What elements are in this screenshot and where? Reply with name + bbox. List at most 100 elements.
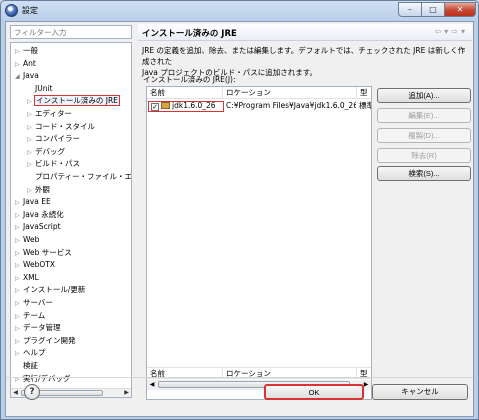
forward-dropdown-icon[interactable]: ▾ [461,27,468,36]
expand-arrow-icon[interactable]: ▷ [27,96,35,107]
expand-arrow-icon[interactable]: ▷ [27,122,35,133]
expand-arrow-icon[interactable]: ▷ [15,348,23,359]
scroll-left-icon[interactable]: ◀ [147,380,157,390]
tree-item-label: JUnit [35,83,53,93]
expand-arrow-icon[interactable]: ▷ [15,235,23,246]
back-icon[interactable]: ⇦ [435,27,445,36]
jre-list-label: インストール済みの JRE(J): [143,75,236,84]
tree-item-label: Web サービス [23,247,72,257]
tree-item-label: WebOTX [23,260,55,270]
expand-arrow-icon[interactable]: ▷ [15,248,23,259]
window-title: 設定 [22,6,38,15]
tree-item[interactable]: ▷ コード・スタイル [27,121,95,132]
tree-item[interactable]: ▷ Web [15,234,39,245]
jre-type: 標準 [359,101,371,110]
tree-item[interactable]: 検証 [15,360,38,371]
jre-table[interactable]: 名前 ロケーション 型 ✓ jdk1.6.0_26 C:¥Program File… [146,86,372,400]
expand-arrow-icon[interactable]: ▷ [15,285,23,296]
forward-icon[interactable]: ⇨ [451,27,461,36]
tree-item[interactable]: ▷ ヘルプ [15,347,46,358]
tree-item[interactable]: ▷ チーム [15,310,45,321]
tree-item[interactable]: ▷ 一般 [15,45,38,56]
maximize-button[interactable]: □ [421,2,445,17]
edit-button[interactable]: 編集(E)... [377,108,471,123]
tree-item-label: データ管理 [23,323,61,333]
expand-arrow-icon[interactable]: ▷ [15,59,23,70]
tree-item-label: Java EE [23,197,51,207]
expand-arrow-icon[interactable]: ▷ [15,273,23,284]
scroll-left-icon[interactable]: ◀ [11,389,20,397]
expand-arrow-icon[interactable]: ▷ [15,311,23,322]
table-row[interactable]: ✓ jdk1.6.0_26 C:¥Program Files¥Java¥jdk1.… [147,100,371,112]
footer-divider [6,377,473,378]
tree-item-label: Java [23,71,39,81]
tree-item[interactable]: JUnit [27,83,52,94]
preferences-tree[interactable]: ▷ 一般 ▷ Ant ◢ Java JUnit ▷ インストール済みの JRE ▷ エディター ▷ コー… [10,42,132,398]
column-header-name[interactable]: 名前 [147,87,223,99]
remove-button[interactable]: 除去(R) [377,148,471,163]
ok-button[interactable]: OK [264,384,364,400]
tree-item-label: ヘルプ [23,348,46,358]
tree-item-label: XML [23,272,39,282]
add-button[interactable]: 追加(A)... [377,88,471,103]
expand-arrow-icon[interactable]: ▷ [27,109,35,120]
tree-item[interactable]: ◢ Java [15,70,39,81]
tree-item[interactable]: ▷ デバッグ [27,146,65,157]
expand-arrow-icon[interactable]: ▷ [15,46,23,57]
tree-item-label: チーム [23,310,46,320]
expand-arrow-icon[interactable]: ▷ [15,374,23,385]
tree-item-label: デバッグ [35,146,65,156]
tree-item[interactable]: ▷ JavaScript [15,221,61,232]
close-button[interactable]: ✕ [444,2,476,17]
expand-arrow-icon[interactable]: ▷ [27,134,35,145]
search-button[interactable]: 検索(S)... [377,166,471,181]
expand-arrow-icon[interactable]: ◢ [15,71,23,82]
tree-item[interactable]: ▷ エディター [27,108,72,119]
minimize-button[interactable]: – [398,2,422,17]
duplicate-button[interactable]: 複製(D)... [377,128,471,143]
close-icon: ✕ [456,5,464,14]
eclipse-icon [5,4,18,17]
tree-item-label: ビルド・パス [35,159,80,169]
expand-arrow-icon[interactable]: ▷ [15,210,23,221]
tree-item[interactable]: プロパティー・ファイル・エ [27,171,132,182]
tree-item[interactable]: ▷ WebOTX [15,259,55,270]
tree-item[interactable]: ▷ 外観 [27,184,50,195]
tree-item-label: エディター [35,109,72,118]
tree-item-label: 実行/デバッグ [23,373,71,383]
scroll-right-icon[interactable]: ▶ [122,389,131,397]
tree-item[interactable]: ▷ XML [15,272,39,283]
tree-item[interactable]: ▷ Web サービス [15,247,72,258]
tree-item[interactable]: ▷ インストール/更新 [15,284,85,295]
tree-item[interactable]: ▷ サーバー [15,297,53,308]
expand-arrow-icon[interactable]: ▷ [15,222,23,233]
expand-arrow-icon[interactable]: ▷ [27,159,35,170]
tree-item[interactable]: ▷ ビルド・パス [27,158,80,169]
column-header-location[interactable]: ロケーション [223,87,357,99]
tree-item[interactable]: ▷ プラグイン開発 [15,335,76,346]
tree-item[interactable]: ▷ 実行/デバッグ [15,373,71,384]
expand-arrow-icon[interactable]: ▷ [27,147,35,158]
expand-arrow-icon[interactable]: ▷ [15,298,23,309]
column-header-type[interactable]: 型 [357,87,371,99]
tree-item-label: プラグイン開発 [23,335,76,345]
cancel-button[interactable]: キャンセル [372,384,468,400]
tree-item[interactable]: ▷ コンパイラー [27,133,80,144]
maximize-icon: □ [429,5,437,14]
tree-item-label: インストール済みの JRE [34,95,120,107]
help-button[interactable]: ? [24,384,40,400]
expand-arrow-icon[interactable]: ▷ [15,323,23,334]
tree-item-label: プロパティー・ファイル・エ [35,172,132,181]
expand-arrow-icon[interactable]: ▷ [15,260,23,271]
tree-item-label: Java 永続化 [23,209,64,219]
expand-arrow-icon[interactable]: ▷ [15,197,23,208]
filter-input[interactable] [10,25,132,39]
expand-arrow-icon[interactable]: ▷ [27,185,35,196]
tree-item[interactable]: ▷ Java 永続化 [15,209,64,220]
tree-item[interactable]: ▷ データ管理 [15,322,61,333]
tree-item[interactable]: ▷ Java EE [15,196,51,207]
tree-item[interactable]: ▷ Ant [15,58,36,69]
title-bar[interactable]: 設定 – □ ✕ [1,1,478,21]
tree-item[interactable]: ▷ インストール済みの JRE [27,95,120,107]
expand-arrow-icon[interactable]: ▷ [15,336,23,347]
